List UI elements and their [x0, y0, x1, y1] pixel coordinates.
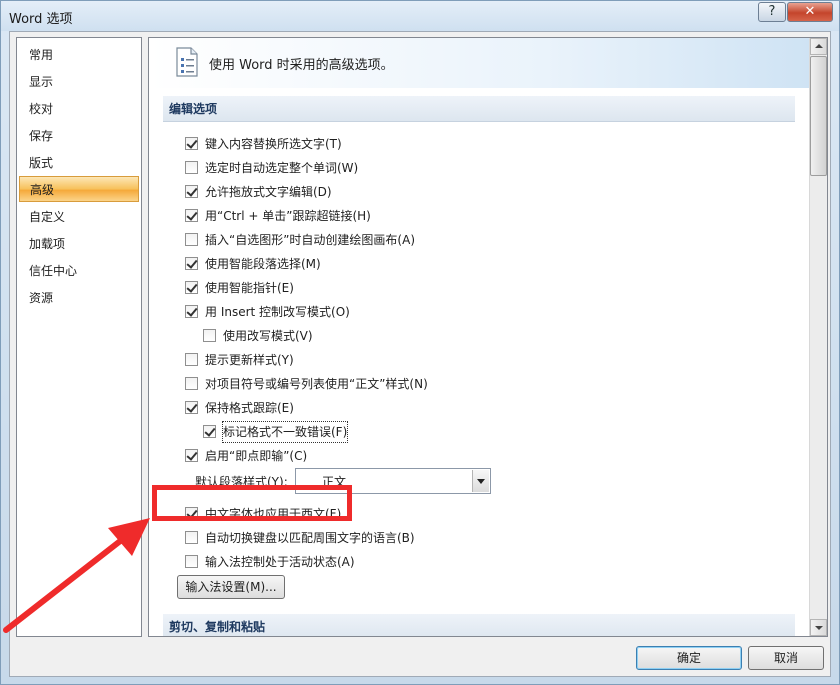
option-label: 使用改写模式(V)	[223, 329, 313, 343]
option-label: 用“Ctrl + 单击”跟踪超链接(H)	[205, 209, 371, 223]
panel-header: 使用 Word 时采用的高级选项。	[149, 38, 809, 88]
word-options-window: Word 选项 ? ✕ 常用 显示 校对 保存 版式 高级 自定义 加载项 信任…	[0, 0, 840, 685]
default-paragraph-style-label: 默认段落样式(Y):	[195, 475, 288, 489]
window-title: Word 选项	[9, 12, 73, 27]
panel-header-text: 使用 Word 时采用的高级选项。	[209, 58, 394, 73]
settings-document-icon	[173, 46, 201, 78]
option-label: 提示更新样式(Y)	[205, 353, 294, 367]
checkbox[interactable]	[185, 401, 198, 414]
combo-value: 正文	[322, 475, 347, 489]
checkbox[interactable]	[185, 353, 198, 366]
option-label: 选定时自动选定整个单词(W)	[205, 161, 359, 175]
checkbox[interactable]	[185, 531, 198, 544]
option-label: 允许拖放式文字编辑(D)	[205, 185, 332, 199]
option-label: 用 Insert 控制改写模式(O)	[205, 305, 350, 319]
checkbox[interactable]	[185, 305, 198, 318]
vertical-scrollbar[interactable]	[809, 38, 827, 636]
nav-item-display[interactable]: 显示	[19, 69, 139, 95]
option-label: 使用智能段落选择(M)	[205, 257, 321, 271]
checkbox[interactable]	[203, 329, 216, 342]
checkbox[interactable]	[185, 377, 198, 390]
default-paragraph-style-select[interactable]: 正文	[295, 468, 491, 494]
nav-item-addins[interactable]: 加载项	[19, 231, 139, 257]
checkbox[interactable]	[203, 425, 216, 438]
option-label: 输入法控制处于活动状态(A)	[205, 555, 355, 569]
option-label: 自动切换键盘以匹配周围文字的语言(B)	[205, 531, 415, 545]
section-edit-options: 编辑选项	[163, 96, 795, 122]
advanced-options-panel: 使用 Word 时采用的高级选项。 编辑选项 键入内容替换所选文字(T) 选定时…	[148, 37, 828, 637]
nav-item-customize[interactable]: 自定义	[19, 204, 139, 230]
checkbox[interactable]	[185, 449, 198, 462]
cancel-button[interactable]: 取消	[748, 646, 824, 670]
scroll-thumb[interactable]	[810, 56, 827, 176]
help-button[interactable]: ?	[758, 2, 786, 22]
option-label: 保持格式跟踪(E)	[205, 401, 294, 415]
option-label: 使用智能指针(E)	[205, 281, 294, 295]
option-label: 启用“即点即输”(C)	[205, 449, 308, 463]
option-label: 标记格式不一致错误(F)	[221, 421, 349, 443]
close-button[interactable]: ✕	[787, 2, 833, 22]
checkbox[interactable]	[185, 161, 198, 174]
checkbox[interactable]	[185, 233, 198, 246]
nav-item-advanced[interactable]: 高级	[19, 176, 139, 202]
scroll-down-icon[interactable]	[810, 619, 827, 636]
nav-item-trust-center[interactable]: 信任中心	[19, 258, 139, 284]
chevron-down-icon[interactable]	[472, 470, 489, 492]
checkbox[interactable]	[185, 209, 198, 222]
checkbox[interactable]	[185, 507, 198, 520]
ok-button[interactable]: 确定	[636, 646, 742, 670]
option-label: 对项目符号或编号列表使用“正文”样式(N)	[205, 377, 428, 391]
dialog-body: 常用 显示 校对 保存 版式 高级 自定义 加载项 信任中心 资源 使用 Wor…	[9, 31, 831, 677]
option-label: 插入“自选图形”时自动创建绘图画布(A)	[205, 233, 416, 247]
title-bar: Word 选项 ? ✕	[1, 1, 839, 31]
option-label: 键入内容替换所选文字(T)	[205, 137, 342, 151]
checkbox[interactable]	[185, 185, 198, 198]
checkbox[interactable]	[185, 555, 198, 568]
nav-item-common[interactable]: 常用	[19, 42, 139, 68]
checkbox[interactable]	[185, 137, 198, 150]
nav-item-save[interactable]: 保存	[19, 123, 139, 149]
section-cut-copy-paste: 剪切、复制和粘贴	[163, 614, 795, 636]
nav-item-resources[interactable]: 资源	[19, 285, 139, 311]
nav-item-proofing[interactable]: 校对	[19, 96, 139, 122]
checkbox[interactable]	[185, 257, 198, 270]
ime-settings-button[interactable]: 输入法设置(M)...	[177, 575, 285, 599]
option-label: 中文字体也应用于西文(F)	[205, 507, 342, 521]
scroll-up-icon[interactable]	[810, 38, 827, 55]
category-nav: 常用 显示 校对 保存 版式 高级 自定义 加载项 信任中心 资源	[16, 37, 142, 637]
checkbox[interactable]	[185, 281, 198, 294]
nav-item-layout[interactable]: 版式	[19, 150, 139, 176]
